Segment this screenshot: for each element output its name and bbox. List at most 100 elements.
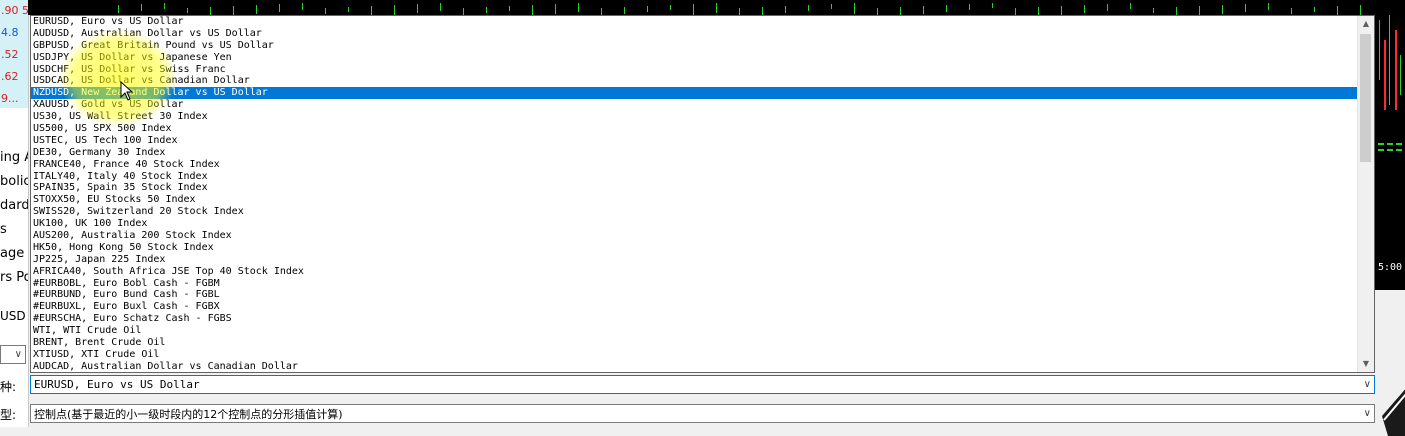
side-combo[interactable]: ∨ [0, 345, 26, 364]
chart-candle [256, 5, 257, 14]
chart-candle [1245, 4, 1246, 12]
navigator-item[interactable]: bolic [0, 174, 28, 198]
chart-candle [624, 7, 625, 14]
symbol-options: EURUSD, Euro vs US Dollar AUDUSD, Austral… [31, 16, 1358, 372]
symbol-option[interactable]: #EURSCHA, Euro Schatz Cash - FGBS [31, 313, 1358, 325]
chart-candle [164, 3, 165, 9]
chart-candle [279, 4, 280, 12]
chart-candle [187, 8, 188, 13]
symbol-dropdown-list[interactable]: EURUSD, Euro vs US Dollar AUDUSD, Austral… [30, 15, 1375, 373]
symbol-option[interactable]: XTIUSD, XTI Crude Oil [31, 349, 1358, 361]
chart-candle [670, 5, 671, 10]
chart-candle [1360, 5, 1361, 15]
usd-label: USD [0, 309, 26, 323]
chart-candle [762, 7, 763, 15]
symbol-option[interactable]: SWISS20, Switzerland 20 Stock Index [31, 206, 1358, 218]
quote-row[interactable]: .90 5073.88 [0, 0, 28, 22]
symbol-option[interactable]: ITALY40, Italy 40 Stock Index [31, 171, 1358, 183]
symbol-option[interactable]: DE30, Germany 30 Index [31, 147, 1358, 159]
symbol-option[interactable]: WTI, WTI Crude Oil [31, 325, 1358, 337]
chart-candle [739, 8, 740, 15]
chart-candle [210, 7, 211, 15]
symbol-option[interactable]: AUS200, Australia 200 Stock Index [31, 230, 1358, 242]
symbol-option[interactable]: #EURBUXL, Euro Buxl Cash - FGBX [31, 301, 1358, 313]
chart-level-line [1396, 149, 1402, 151]
chart-candle [900, 7, 901, 15]
chart-candle [233, 6, 234, 15]
chevron-down-icon[interactable]: ∨ [1364, 376, 1371, 393]
symbol-option[interactable]: GBPUSD, Great Britain Pound vs US Dollar [31, 40, 1358, 52]
chart-candle [1389, 15, 1390, 105]
symbol-option[interactable]: XAUUSD, Gold vs US Dollar [31, 99, 1358, 111]
chart-candle [946, 5, 947, 12]
symbol-option[interactable]: SPAIN35, Spain 35 Stock Index [31, 182, 1358, 194]
symbol-option[interactable]: USDCAD, US Dollar vs Canadian Dollar [31, 75, 1358, 87]
navigator-item[interactable]: s [0, 222, 28, 246]
symbol-option[interactable]: UK100, UK 100 Index [31, 218, 1358, 230]
dropdown-scrollbar[interactable]: ▲ ▼ [1357, 16, 1374, 372]
scroll-down-icon[interactable]: ▼ [1358, 356, 1374, 372]
symbol-option[interactable]: BRENT, Brent Crude Oil [31, 337, 1358, 349]
chart-candle [1314, 7, 1315, 12]
symbol-option[interactable]: AUDUSD, Australian Dollar vs US Dollar [31, 28, 1358, 40]
symbol-option[interactable]: STOXX50, EU Stocks 50 Index [31, 194, 1358, 206]
navigator-item[interactable]: dard [0, 198, 28, 222]
chart-candle [647, 6, 648, 12]
chart-candle [1199, 6, 1200, 15]
market-watch-table: .90 5073.884.8.52.629... [0, 0, 28, 108]
model-label: 型: [0, 408, 17, 422]
symbol-option[interactable]: EURUSD, Euro vs US Dollar [31, 16, 1358, 28]
chart-candle [877, 8, 878, 15]
chart-candle [118, 5, 119, 13]
chart-candle [486, 7, 487, 13]
symbol-option[interactable]: USDJPY, US Dollar vs Japanese Yen [31, 52, 1358, 64]
chart-candle [1130, 3, 1131, 9]
chart-candle [1153, 8, 1154, 13]
chart-level-line [1396, 143, 1402, 145]
quote-row[interactable]: .52 [0, 44, 28, 66]
chevron-down-icon[interactable]: ∨ [1364, 405, 1371, 422]
symbol-option[interactable]: #EURBUND, Euro Bund Cash - FGBL [31, 289, 1358, 301]
symbol-option[interactable]: USTEC, US Tech 100 Index [31, 135, 1358, 147]
chart-candle [693, 4, 694, 15]
quote-row[interactable]: 9... [0, 88, 28, 110]
model-combobox[interactable]: 控制点(基于最近的小一级时段内的12个控制点的分形插值计算) ∨ [30, 404, 1375, 423]
navigator-item[interactable]: ing A [0, 150, 28, 174]
scroll-thumb[interactable] [1360, 34, 1371, 162]
symbol-option[interactable]: AUDCAD, Australian Dollar vs Canadian Do… [31, 361, 1358, 372]
chart-candle [1268, 3, 1269, 10]
navigator-item[interactable]: age T [0, 246, 28, 270]
symbol-option[interactable]: USDCHF, US Dollar vs Swiss Franc [31, 64, 1358, 76]
navigator-item[interactable]: rs Pov [0, 270, 28, 294]
symbol-option[interactable]: US30, US Wall Street 30 Index [31, 111, 1358, 123]
chart-candle [1176, 7, 1177, 15]
chart-candle [371, 6, 372, 15]
chart-candle [1291, 8, 1292, 14]
chart-candle [1379, 20, 1380, 80]
chart-candle [417, 4, 418, 13]
chart-candle [302, 3, 303, 10]
symbol-option[interactable]: JP225, Japan 225 Index [31, 254, 1358, 266]
navigator-list: ing A bolic dard s age T rs Pov [0, 150, 28, 294]
symbol-combobox[interactable]: EURUSD, Euro vs US Dollar ∨ [30, 375, 1375, 394]
symbol-option[interactable]: HK50, Hong Kong 50 Stock Index [31, 242, 1358, 254]
chart-candle [578, 3, 579, 12]
quote-row[interactable]: .62 [0, 66, 28, 88]
chart-candle [1084, 5, 1085, 13]
symbol-option[interactable]: US500, US SPX 500 Index [31, 123, 1358, 135]
symbol-option[interactable]: #EURBOBL, Euro Bobl Cash - FGBM [31, 278, 1358, 290]
chart-candle [1400, 55, 1401, 95]
chart-area-right [1375, 0, 1405, 290]
scroll-up-icon[interactable]: ▲ [1358, 16, 1374, 32]
symbol-option[interactable]: NZDUSD, New Zealand Dollar vs US Dollar [31, 87, 1358, 100]
quote-row[interactable]: 4.8 [0, 22, 28, 44]
chart-candle [555, 4, 556, 14]
symbol-option[interactable]: AFRICA40, South Africa JSE Top 40 Stock … [31, 266, 1358, 278]
chart-candle [1038, 7, 1039, 15]
model-combobox-value: 控制点(基于最近的小一级时段内的12个控制点的分形插值计算) [34, 408, 343, 421]
chart-candle [509, 6, 510, 11]
symbol-option[interactable]: FRANCE40, France 40 Stock Index [31, 159, 1358, 171]
chart-candle [1222, 5, 1223, 14]
left-panel: .90 5073.884.8.52.629... ing A bolic dar… [0, 0, 29, 427]
chart-candle [463, 8, 464, 15]
